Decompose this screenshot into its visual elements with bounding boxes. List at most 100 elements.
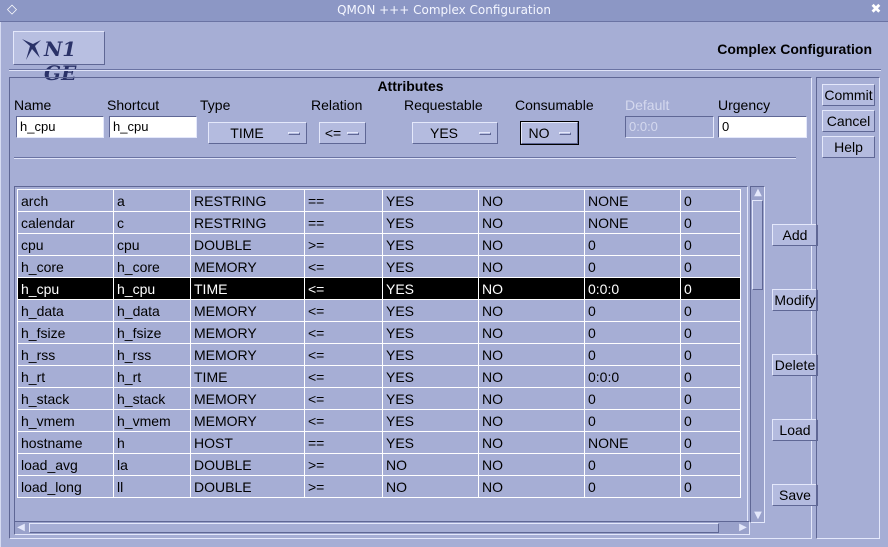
commit-button[interactable]: Commit xyxy=(822,84,875,106)
close-icon[interactable]: ✖ xyxy=(868,2,884,18)
table-row[interactable]: h_rss h_rss MEMORY <= YES NO 0 0 xyxy=(17,343,741,366)
scroll-left-icon[interactable]: ◀ xyxy=(15,522,27,534)
relation-label: Relation xyxy=(311,97,363,113)
horizontal-scroll-thumb[interactable] xyxy=(29,523,719,533)
cell-shortcut: h_cpu xyxy=(113,277,191,300)
table-row[interactable]: load_long ll DOUBLE >= NO NO 0 0 xyxy=(17,475,741,498)
name-field[interactable]: h_cpu xyxy=(16,116,104,138)
shortcut-field[interactable]: h_cpu xyxy=(109,116,197,138)
cell-consumable: NO xyxy=(478,211,585,234)
table-row[interactable]: h_fsize h_fsize MEMORY <= YES NO 0 0 xyxy=(17,321,741,344)
n1ge-logo: N1 GE xyxy=(13,31,105,85)
cell-default: 0 xyxy=(584,255,681,278)
cell-shortcut: ll xyxy=(113,475,191,498)
cell-type: TIME xyxy=(190,365,305,388)
cell-urgency: 0 xyxy=(680,365,741,388)
cell-relation: <= xyxy=(304,321,383,344)
relation-value: <= xyxy=(324,125,342,141)
cell-consumable: NO xyxy=(478,233,585,256)
cell-requestable: YES xyxy=(382,387,479,410)
scroll-down-icon[interactable]: ▼ xyxy=(752,510,764,522)
type-select[interactable]: TIME xyxy=(208,122,307,144)
table-row[interactable]: cpu cpu DOUBLE >= YES NO 0 0 xyxy=(17,233,741,256)
cell-default: 0 xyxy=(584,475,681,498)
title-bar: ◇ QMON +++ Complex Configuration ✖ xyxy=(0,0,888,22)
scroll-right-icon[interactable]: ▶ xyxy=(737,522,749,534)
cell-type: DOUBLE xyxy=(190,453,305,476)
cell-name: load_long xyxy=(17,475,114,498)
table-row[interactable]: load_avg la DOUBLE >= NO NO 0 0 xyxy=(17,453,741,476)
cell-type: RESTRING xyxy=(190,211,305,234)
table-row[interactable]: arch a RESTRING == YES NO NONE 0 xyxy=(17,189,741,212)
cell-name: load_avg xyxy=(17,453,114,476)
vertical-scroll-thumb[interactable] xyxy=(752,200,763,290)
cell-requestable: YES xyxy=(382,431,479,454)
consumable-label: Consumable xyxy=(515,97,594,113)
cell-consumable: NO xyxy=(478,299,585,322)
cell-relation: >= xyxy=(304,453,383,476)
option-indicator-icon xyxy=(559,132,571,135)
cell-consumable: NO xyxy=(478,453,585,476)
cell-consumable: NO xyxy=(478,189,585,212)
cell-default: NONE xyxy=(584,189,681,212)
cell-relation: <= xyxy=(304,409,383,432)
scroll-up-icon[interactable]: ▲ xyxy=(752,187,764,199)
table-row[interactable]: calendar c RESTRING == YES NO NONE 0 xyxy=(17,211,741,234)
cell-requestable: NO xyxy=(382,453,479,476)
cell-type: RESTRING xyxy=(190,189,305,212)
cancel-button[interactable]: Cancel xyxy=(822,110,875,132)
cell-shortcut: c xyxy=(113,211,191,234)
cell-type: MEMORY xyxy=(190,321,305,344)
attributes-separator xyxy=(14,157,796,159)
cell-type: MEMORY xyxy=(190,409,305,432)
cell-default: 0 xyxy=(584,453,681,476)
table-row[interactable]: h_stack h_stack MEMORY <= YES NO 0 0 xyxy=(17,387,741,410)
cell-shortcut: cpu xyxy=(113,233,191,256)
table-row[interactable]: hostname h HOST == YES NO NONE 0 xyxy=(17,431,741,454)
modify-button[interactable]: Modify xyxy=(772,289,818,311)
horizontal-scrollbar[interactable]: ◀ ▶ xyxy=(14,521,750,535)
table-row[interactable]: h_rt h_rt TIME <= YES NO 0:0:0 0 xyxy=(17,365,741,388)
cell-default: 0:0:0 xyxy=(584,365,681,388)
cell-type: TIME xyxy=(190,277,305,300)
cell-shortcut: la xyxy=(113,453,191,476)
urgency-field[interactable]: 0 xyxy=(718,116,807,138)
consumable-select[interactable]: NO xyxy=(520,121,579,145)
type-label: Type xyxy=(200,97,231,113)
cell-consumable: NO xyxy=(478,321,585,344)
dialog-body: N1 GE Complex Configuration Attributes N… xyxy=(0,22,888,547)
cell-shortcut: a xyxy=(113,189,191,212)
table-row[interactable]: h_data h_data MEMORY <= YES NO 0 0 xyxy=(17,299,741,322)
table-row[interactable]: h_vmem h_vmem MEMORY <= YES NO 0 0 xyxy=(17,409,741,432)
cell-default: 0 xyxy=(584,343,681,366)
requestable-label: Requestable xyxy=(404,97,483,113)
cell-name: h_cpu xyxy=(17,277,114,300)
table-row[interactable]: h_core h_core MEMORY <= YES NO 0 0 xyxy=(17,255,741,278)
cell-requestable: YES xyxy=(382,409,479,432)
cell-shortcut: h_vmem xyxy=(113,409,191,432)
relation-select[interactable]: <= xyxy=(319,122,366,144)
cell-relation: == xyxy=(304,211,383,234)
help-button[interactable]: Help xyxy=(822,136,875,158)
vertical-scrollbar[interactable]: ▲ ▼ xyxy=(750,186,765,523)
complex-table[interactable]: arch a RESTRING == YES NO NONE 0 calendar c RESTRI… xyxy=(14,186,748,534)
load-button[interactable]: Load xyxy=(772,419,818,441)
cell-consumable: NO xyxy=(478,387,585,410)
cell-relation: <= xyxy=(304,299,383,322)
cell-default: 0 xyxy=(584,387,681,410)
bird-logo-icon xyxy=(22,39,41,60)
cell-default: 0 xyxy=(584,233,681,256)
requestable-select[interactable]: YES xyxy=(412,122,498,144)
table-row[interactable]: h_cpu h_cpu TIME <= YES NO 0:0:0 0 xyxy=(17,277,741,300)
cell-relation: >= xyxy=(304,475,383,498)
cell-default: 0 xyxy=(584,299,681,322)
add-button[interactable]: Add xyxy=(772,224,818,246)
cell-shortcut: h xyxy=(113,431,191,454)
save-button[interactable]: Save xyxy=(772,484,818,506)
cell-urgency: 0 xyxy=(680,409,741,432)
default-field: 0:0:0 xyxy=(625,116,714,138)
cell-name: h_data xyxy=(17,299,114,322)
cell-type: MEMORY xyxy=(190,387,305,410)
cell-relation: == xyxy=(304,189,383,212)
delete-button[interactable]: Delete xyxy=(772,354,818,376)
